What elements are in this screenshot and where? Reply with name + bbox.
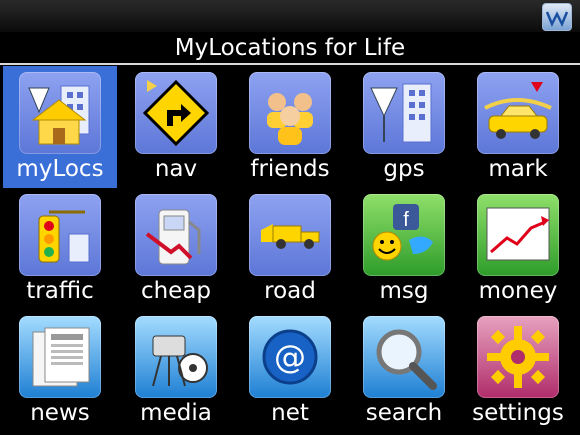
- app-grid: myLocs nav friends gps mark traffic chea…: [0, 66, 580, 435]
- app-mark[interactable]: mark: [461, 66, 575, 188]
- app-logo-icon: [542, 3, 572, 31]
- status-bar: [0, 0, 580, 32]
- people-icon: [249, 72, 331, 154]
- app-news[interactable]: news: [3, 310, 117, 432]
- svg-text:f: f: [403, 209, 409, 231]
- app-friends[interactable]: friends: [233, 66, 347, 188]
- tow-truck-icon: [249, 194, 331, 276]
- newspaper-icon: [19, 316, 101, 398]
- app-label: search: [365, 400, 443, 426]
- app-media[interactable]: media: [119, 310, 233, 432]
- app-money[interactable]: money: [461, 188, 575, 310]
- app-label: nav: [154, 156, 198, 182]
- app-nav[interactable]: nav: [119, 66, 233, 188]
- page-title: MyLocations for Life: [174, 35, 406, 61]
- app-label: money: [478, 278, 558, 304]
- app-traffic[interactable]: traffic: [3, 188, 117, 310]
- home-city-icon: [19, 72, 101, 154]
- app-label: net: [271, 400, 309, 426]
- gear-icon: [477, 316, 559, 398]
- app-search[interactable]: search: [347, 310, 461, 432]
- app-settings[interactable]: settings: [461, 310, 575, 432]
- app-label: news: [30, 400, 90, 426]
- app-label: media: [140, 400, 212, 426]
- app-label: gps: [383, 156, 425, 182]
- app-mylocs[interactable]: myLocs: [3, 66, 117, 188]
- app-label: msg: [379, 278, 429, 304]
- gps-city-icon: [363, 72, 445, 154]
- app-label: road: [264, 278, 316, 304]
- app-label: myLocs: [16, 156, 104, 182]
- app-label: cheap: [140, 278, 212, 304]
- app-gps[interactable]: gps: [347, 66, 461, 188]
- stock-chart-icon: [477, 194, 559, 276]
- app-label: settings: [472, 400, 564, 426]
- svg-text:@: @: [274, 338, 306, 376]
- fuel-pump-icon: [135, 194, 217, 276]
- app-msg[interactable]: f msg: [347, 188, 461, 310]
- app-road[interactable]: road: [233, 188, 347, 310]
- app-label: friends: [250, 156, 330, 182]
- app-net[interactable]: @ net: [233, 310, 347, 432]
- turn-sign-icon: [135, 72, 217, 154]
- app-label: mark: [488, 156, 548, 182]
- app-cheap[interactable]: cheap: [119, 188, 233, 310]
- app-label: traffic: [26, 278, 94, 304]
- traffic-light-icon: [19, 194, 101, 276]
- social-messaging-icon: f: [363, 194, 445, 276]
- film-camera-icon: [135, 316, 217, 398]
- at-sign-icon: @: [249, 316, 331, 398]
- divider: [0, 63, 580, 65]
- car-marker-icon: [477, 72, 559, 154]
- magnifier-icon: [363, 316, 445, 398]
